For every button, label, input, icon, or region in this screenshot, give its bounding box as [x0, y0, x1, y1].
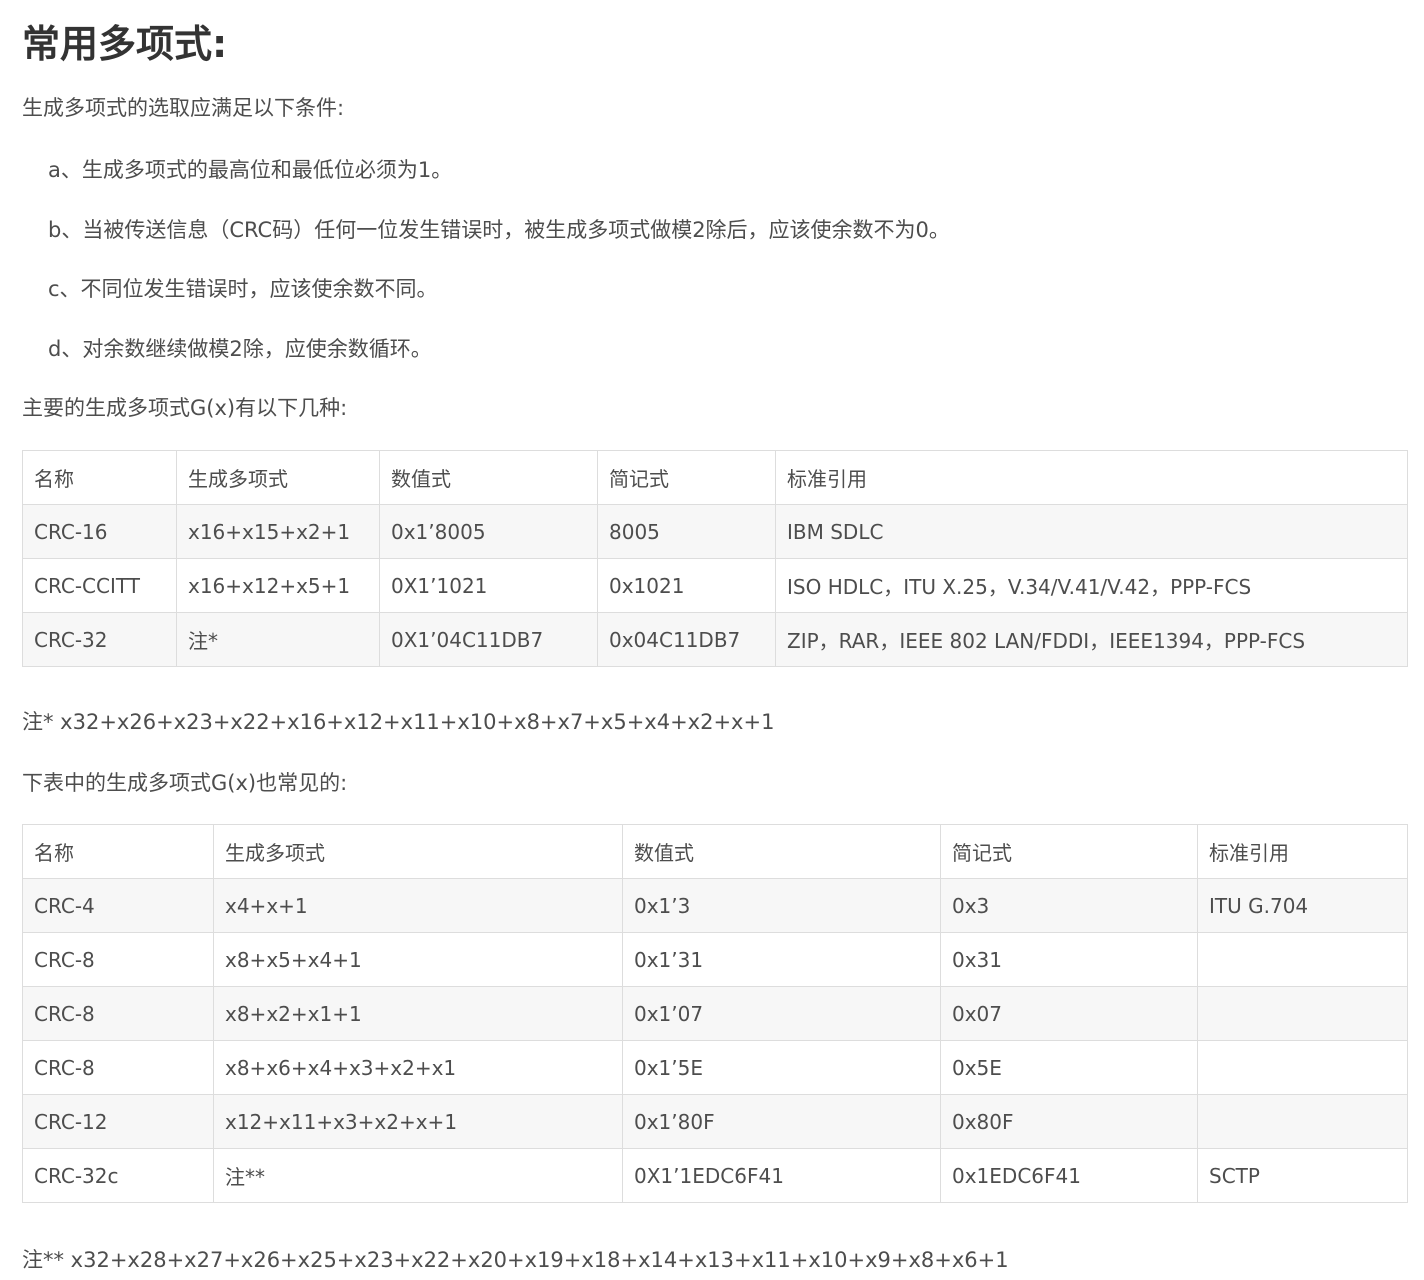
- cell-standard: [1197, 1040, 1408, 1095]
- cell-name: CRC-8: [22, 1040, 214, 1095]
- table-row: CRC-32c 注** 0X1’1EDC6F41 0x1EDC6F41 SCTP: [22, 1148, 1408, 1203]
- cell-polynomial: x8+x5+x4+1: [213, 932, 623, 987]
- cell-standard: [1197, 932, 1408, 987]
- table-row: CRC-8 x8+x6+x4+x3+x2+x1 0x1’5E 0x5E: [22, 1040, 1408, 1095]
- cell-name: CRC-4: [22, 878, 214, 933]
- cell-polynomial: x16+x15+x2+1: [176, 504, 380, 559]
- cell-short: 0x07: [940, 986, 1198, 1041]
- cell-short: 0x80F: [940, 1094, 1198, 1149]
- common-polynomials-table: 名称 生成多项式 数值式 简记式 标准引用 CRC-4 x4+x+1 0x1’3…: [22, 824, 1408, 1203]
- table-row: CRC-16 x16+x15+x2+1 0x1’8005 8005 IBM SD…: [22, 504, 1408, 559]
- table1-caption: 主要的生成多项式G(x)有以下几种:: [22, 396, 348, 420]
- header-polynomial: 生成多项式: [213, 824, 623, 879]
- cell-numeric: 0X1’1EDC6F41: [622, 1148, 941, 1203]
- table-row: CRC-CCITT x16+x12+x5+1 0X1’1021 0x1021 I…: [22, 558, 1408, 613]
- table-row: CRC-32 注* 0X1’04C11DB7 0x04C11DB7 ZIP，RA…: [22, 612, 1408, 667]
- cell-standard: SCTP: [1197, 1148, 1408, 1203]
- cell-numeric: 0x1’3: [622, 878, 941, 933]
- cell-name: CRC-32c: [22, 1148, 214, 1203]
- cell-numeric: 0X1’1021: [379, 558, 598, 613]
- cell-polynomial: 注*: [176, 612, 380, 667]
- cell-numeric: 0x1’80F: [622, 1094, 941, 1149]
- cell-name: CRC-8: [22, 932, 214, 987]
- cell-short: 0x3: [940, 878, 1198, 933]
- cell-polynomial: x4+x+1: [213, 878, 623, 933]
- cell-polynomial: x8+x6+x4+x3+x2+x1: [213, 1040, 623, 1095]
- table-row: CRC-12 x12+x11+x3+x2+x+1 0x1’80F 0x80F: [22, 1094, 1408, 1149]
- cell-numeric: 0x1’5E: [622, 1040, 941, 1095]
- note-crc32c: 注** x32+x28+x27+x26+x25+x23+x22+x20+x19+…: [22, 1248, 1009, 1272]
- cell-standard: ISO HDLC，ITU X.25，V.34/V.41/V.42，PPP-FCS: [775, 558, 1408, 613]
- cell-standard: [1197, 986, 1408, 1041]
- cell-polynomial: x12+x11+x3+x2+x+1: [213, 1094, 623, 1149]
- cell-polynomial: x16+x12+x5+1: [176, 558, 380, 613]
- page-title: 常用多项式:: [22, 22, 228, 66]
- condition-a: a、生成多项式的最高位和最低位必须为1。: [48, 158, 453, 182]
- header-name: 名称: [22, 450, 177, 505]
- intro-text: 生成多项式的选取应满足以下条件:: [22, 96, 345, 120]
- cell-short: 0x04C11DB7: [597, 612, 776, 667]
- cell-short: 0x31: [940, 932, 1198, 987]
- cell-short: 0x5E: [940, 1040, 1198, 1095]
- cell-short: 8005: [597, 504, 776, 559]
- article: 常用多项式: 生成多项式的选取应满足以下条件: a、生成多项式的最高位和最低位必…: [0, 0, 1424, 1280]
- cell-standard: IBM SDLC: [775, 504, 1408, 559]
- header-standard: 标准引用: [775, 450, 1408, 505]
- condition-c: c、不同位发生错误时，应该使余数不同。: [48, 277, 438, 301]
- cell-name: CRC-32: [22, 612, 177, 667]
- header-numeric: 数值式: [379, 450, 598, 505]
- table-row: CRC-8 x8+x5+x4+1 0x1’31 0x31: [22, 932, 1408, 987]
- cell-short: 0x1EDC6F41: [940, 1148, 1198, 1203]
- header-polynomial: 生成多项式: [176, 450, 380, 505]
- cell-name: CRC-16: [22, 504, 177, 559]
- note-crc32: 注* x32+x26+x23+x22+x16+x12+x11+x10+x8+x7…: [22, 710, 775, 734]
- cell-numeric: 0x1’07: [622, 986, 941, 1041]
- cell-numeric: 0x1’31: [622, 932, 941, 987]
- cell-polynomial: 注**: [213, 1148, 623, 1203]
- cell-standard: ZIP，RAR，IEEE 802 LAN/FDDI，IEEE1394，PPP-F…: [775, 612, 1408, 667]
- condition-d: d、对余数继续做模2除，应使余数循环。: [48, 337, 432, 361]
- header-short: 简记式: [940, 824, 1198, 879]
- cell-standard: ITU G.704: [1197, 878, 1408, 933]
- cell-standard: [1197, 1094, 1408, 1149]
- table2-caption: 下表中的生成多项式G(x)也常见的:: [22, 771, 348, 795]
- header-numeric: 数值式: [622, 824, 941, 879]
- main-polynomials-table: 名称 生成多项式 数值式 简记式 标准引用 CRC-16 x16+x15+x2+…: [22, 450, 1408, 667]
- header-standard: 标准引用: [1197, 824, 1408, 879]
- table-row: CRC-4 x4+x+1 0x1’3 0x3 ITU G.704: [22, 878, 1408, 933]
- cell-name: CRC-12: [22, 1094, 214, 1149]
- condition-b: b、当被传送信息（CRC码）任何一位发生错误时，被生成多项式做模2除后，应该使余…: [48, 218, 950, 242]
- cell-name: CRC-CCITT: [22, 558, 177, 613]
- header-short: 简记式: [597, 450, 776, 505]
- cell-polynomial: x8+x2+x1+1: [213, 986, 623, 1041]
- cell-short: 0x1021: [597, 558, 776, 613]
- cell-numeric: 0x1’8005: [379, 504, 598, 559]
- table-header-row: 名称 生成多项式 数值式 简记式 标准引用: [22, 824, 1408, 879]
- cell-numeric: 0X1’04C11DB7: [379, 612, 598, 667]
- header-name: 名称: [22, 824, 214, 879]
- table-header-row: 名称 生成多项式 数值式 简记式 标准引用: [22, 450, 1408, 505]
- table-row: CRC-8 x8+x2+x1+1 0x1’07 0x07: [22, 986, 1408, 1041]
- cell-name: CRC-8: [22, 986, 214, 1041]
